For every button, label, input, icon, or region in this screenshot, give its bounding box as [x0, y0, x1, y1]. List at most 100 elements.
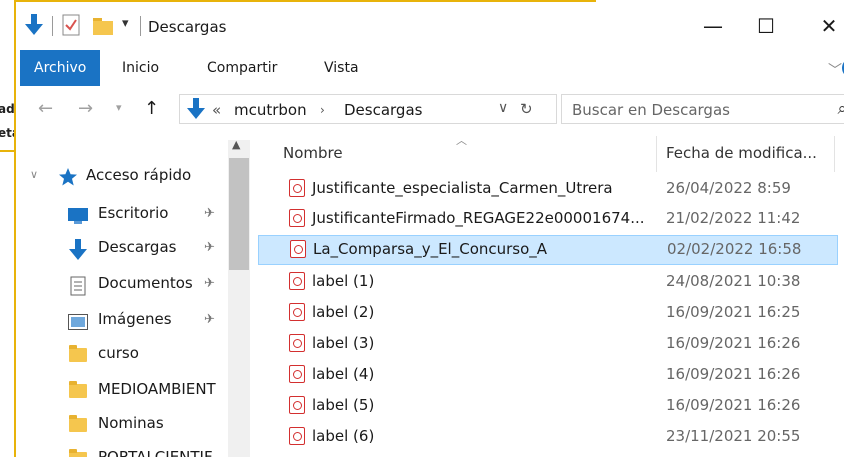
navigation-bar: ← → ▾ ↑ « mcutrbon › Descargas ∨ ↻ Busca… — [16, 90, 844, 128]
recent-locations-icon[interactable]: ▾ — [116, 101, 122, 114]
address-segment[interactable]: mcutrbon — [234, 101, 307, 119]
file-row[interactable]: Justificante_especialista_Carmen_Utrera … — [256, 174, 844, 204]
pictures-icon — [68, 314, 88, 334]
column-header-date[interactable]: Fecha de modifica... — [666, 144, 817, 162]
nav-item-documentos[interactable]: Documentos ✈ — [16, 268, 226, 302]
tab-archivo[interactable]: Archivo — [20, 50, 101, 86]
file-name: Justificante_especialista_Carmen_Utrera — [312, 179, 613, 197]
toolbar-separator — [140, 16, 141, 36]
address-dropdown-icon[interactable]: ∨ — [498, 100, 508, 116]
file-row[interactable]: label (3) 16/09/2021 16:26 — [256, 329, 844, 359]
pdf-file-icon — [289, 303, 305, 321]
tab-inicio[interactable]: Inicio — [122, 50, 159, 86]
pin-icon[interactable]: ✈ — [204, 276, 215, 291]
file-name: label (5) — [312, 396, 375, 414]
scroll-up-icon[interactable]: ▲ — [232, 138, 240, 151]
file-name: label (6) — [312, 427, 375, 445]
file-date: 16/09/2021 16:26 — [666, 396, 801, 414]
chevron-right-icon[interactable]: › — [320, 103, 325, 117]
file-row[interactable]: label (2) 16/09/2021 16:25 — [256, 298, 844, 328]
nav-item-nominas[interactable]: Nominas — [16, 408, 226, 442]
nav-item-medioambiente[interactable]: MEDIOAMBIENT — [16, 374, 226, 408]
file-date: 24/08/2021 10:38 — [666, 272, 801, 290]
file-date: 23/11/2021 20:55 — [666, 427, 801, 445]
nav-scrollbar-thumb[interactable] — [229, 158, 249, 270]
file-row[interactable]: label (6) 23/11/2021 20:55 — [256, 422, 844, 452]
back-button[interactable]: ← — [38, 98, 53, 119]
pdf-file-icon — [290, 240, 306, 258]
tab-vista[interactable]: Vista — [324, 50, 359, 86]
file-name: label (3) — [312, 334, 375, 352]
download-arrow-icon[interactable] — [24, 14, 44, 40]
close-button[interactable]: ✕ — [814, 12, 844, 40]
desktop-icon — [68, 208, 88, 228]
column-separator[interactable] — [656, 136, 657, 172]
file-name: JustificanteFirmado_REGAGE22e00001674... — [312, 209, 645, 227]
window-title: Descargas — [148, 18, 227, 36]
nav-item-escritorio[interactable]: Escritorio ✈ — [16, 198, 226, 232]
title-bar: ▾ Descargas — ☐ ✕ — [16, 4, 844, 48]
pdf-file-icon — [289, 427, 305, 445]
file-row[interactable]: JustificanteFirmado_REGAGE22e00001674...… — [256, 204, 844, 234]
file-date: 02/02/2022 16:58 — [667, 240, 802, 258]
chevron-down-icon[interactable]: ∨ — [30, 168, 38, 181]
background-window-text: eta — [0, 126, 14, 140]
background-window-text: ad — [0, 102, 14, 116]
nav-item-quick-access[interactable]: ∨ Acceso rápido — [16, 160, 226, 194]
nav-item-descargas[interactable]: Descargas ✈ — [16, 232, 226, 266]
minimize-button[interactable]: — — [698, 12, 728, 40]
customize-toolbar-icon[interactable]: ▾ — [122, 16, 129, 31]
address-overflow[interactable]: « — [212, 101, 221, 119]
pin-icon[interactable]: ✈ — [204, 240, 215, 255]
file-list: ︿ Nombre Fecha de modifica... Justifican… — [256, 130, 844, 457]
address-bar[interactable]: « mcutrbon › Descargas ∨ ↻ — [179, 94, 557, 124]
nav-item-portalcientif[interactable]: PORTALCIENTIF — [16, 442, 226, 457]
explorer-window: ▾ Descargas — ☐ ✕ Archivo Inicio Compart… — [14, 0, 844, 457]
file-name: label (2) — [312, 303, 375, 321]
navigation-pane: ▲ ∨ Acceso rápido Escritorio ✈ Descargas… — [16, 130, 256, 457]
file-row[interactable]: label (5) 16/09/2021 16:26 — [256, 391, 844, 421]
file-date: 21/02/2022 11:42 — [666, 209, 801, 227]
file-date: 16/09/2021 16:25 — [666, 303, 801, 321]
download-arrow-icon — [68, 239, 88, 265]
pin-icon[interactable]: ✈ — [204, 206, 215, 221]
pdf-file-icon — [289, 334, 305, 352]
column-separator[interactable] — [834, 136, 835, 172]
nav-item-curso[interactable]: curso — [16, 338, 226, 372]
refresh-icon[interactable]: ↻ — [520, 100, 533, 118]
column-header-name[interactable]: Nombre — [283, 144, 343, 162]
maximize-button[interactable]: ☐ — [751, 12, 781, 40]
search-placeholder: Buscar en Descargas — [572, 101, 730, 119]
star-icon — [58, 167, 78, 191]
folder-icon — [69, 345, 87, 362]
file-row[interactable]: label (1) 24/08/2021 10:38 — [256, 267, 844, 297]
file-row-selected[interactable]: La_Comparsa_y_El_Concurso_A 02/02/2022 1… — [258, 235, 838, 265]
pdf-file-icon — [289, 365, 305, 383]
file-name: label (1) — [312, 272, 375, 290]
folder-icon — [69, 381, 87, 398]
file-name: label (4) — [312, 365, 375, 383]
file-date: 16/09/2021 16:26 — [666, 334, 801, 352]
new-folder-icon[interactable] — [92, 16, 114, 40]
search-icon[interactable]: ⌕ — [837, 99, 844, 119]
forward-button[interactable]: → — [78, 98, 93, 119]
sort-ascending-icon: ︿ — [456, 134, 467, 147]
file-date: 16/09/2021 16:26 — [666, 365, 801, 383]
nav-item-imagenes[interactable]: Imágenes ✈ — [16, 304, 226, 338]
properties-icon[interactable] — [62, 14, 80, 40]
pin-icon[interactable]: ✈ — [204, 312, 215, 327]
up-button[interactable]: ↑ — [144, 98, 159, 119]
folder-icon — [69, 415, 87, 432]
toolbar-separator — [52, 16, 53, 36]
search-box[interactable]: Buscar en Descargas ⌕ — [561, 94, 844, 124]
expand-ribbon-icon[interactable]: ﹀ — [828, 60, 842, 80]
tab-compartir[interactable]: Compartir — [207, 50, 277, 86]
pdf-file-icon — [289, 272, 305, 290]
download-arrow-icon — [186, 98, 206, 124]
file-name: La_Comparsa_y_El_Concurso_A — [313, 240, 548, 258]
pdf-file-icon — [289, 179, 305, 197]
file-row[interactable]: label (4) 16/09/2021 16:26 — [256, 360, 844, 390]
address-segment[interactable]: Descargas — [344, 101, 422, 119]
folder-icon — [69, 449, 87, 457]
pdf-file-icon — [289, 396, 305, 414]
